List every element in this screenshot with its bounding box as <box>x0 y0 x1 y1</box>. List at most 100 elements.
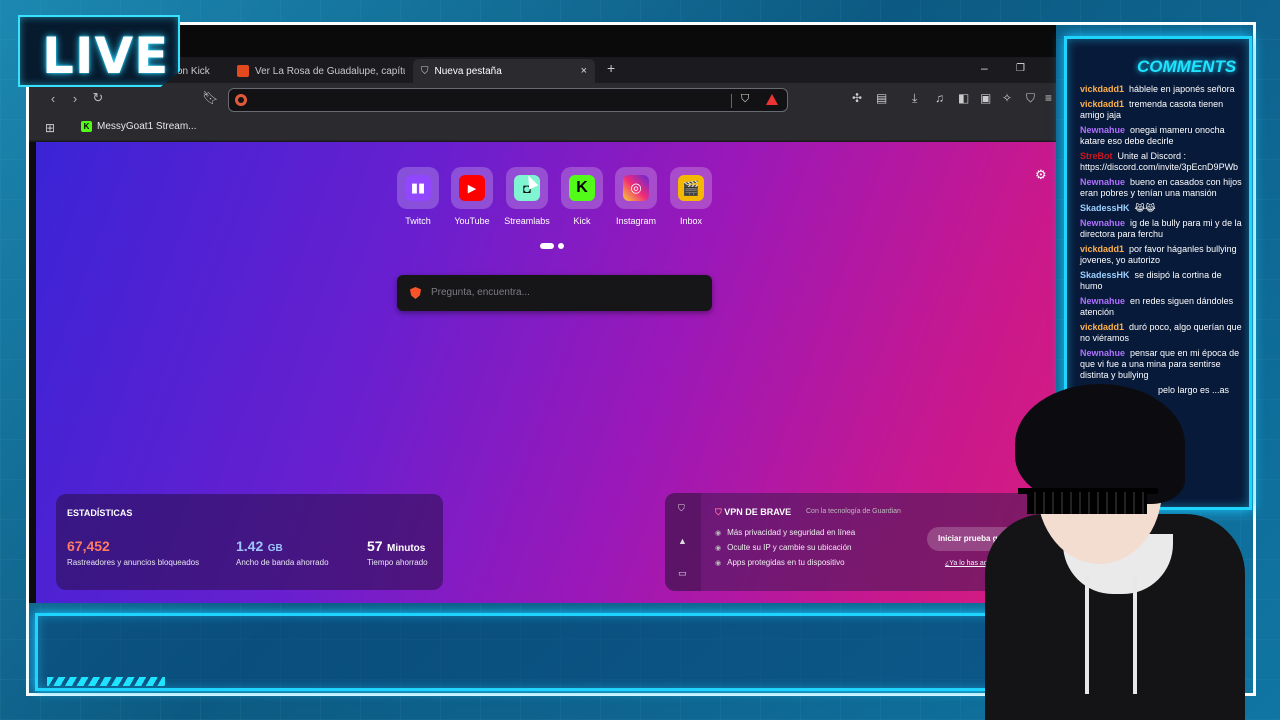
shortcut-inbox[interactable]: 🎬 Inbox <box>661 167 721 226</box>
shortcut-kick[interactable]: K Kick <box>552 167 612 226</box>
tab-strip: on Kick Ver La Rosa de Guadalupe, capítu… <box>29 57 1056 83</box>
stats-widget: ESTADÍSTICAS 67,452 Rastreadores y anunc… <box>56 494 443 590</box>
back-icon[interactable]: ‹ <box>45 91 61 106</box>
chat-username: Newnahue <box>1080 348 1126 358</box>
search-placeholder: Pregunta, encuentra... <box>431 287 530 298</box>
search-box[interactable]: Pregunta, encuentra... <box>397 275 712 311</box>
gear-icon[interactable]: ⚙ <box>1035 167 1047 183</box>
tab-label: Ver La Rosa de Guadalupe, capítulo 3 <box>255 65 405 77</box>
brave-rewards-icon[interactable] <box>766 94 778 105</box>
shortcut-youtube[interactable]: ▶ YouTube <box>442 167 502 226</box>
chat-message: Newnahue bueno en casados con hijos eran … <box>1080 177 1244 199</box>
reader-icon[interactable]: ▤ <box>876 91 887 105</box>
shortcut-pager[interactable] <box>540 243 564 249</box>
pager-dot[interactable] <box>558 243 564 249</box>
shortcut-twitch[interactable]: ▮▮ Twitch <box>388 167 448 226</box>
avatar-hair <box>1015 384 1185 504</box>
shortcut-tile: ▮▮ <box>397 167 439 209</box>
bookmark-messygoat[interactable]: K MessyGoat1 Stream... <box>81 121 196 132</box>
title-bar <box>29 25 1056 57</box>
site-info-icon[interactable] <box>235 94 247 106</box>
address-bar[interactable]: ⛉ <box>228 88 788 112</box>
vpn-shield-icon[interactable]: ⛉ <box>678 503 685 514</box>
shortcut-tile: K <box>561 167 603 209</box>
chat-message: Newnahue pensar que en mi época de que vi… <box>1080 348 1244 381</box>
shortcut-instagram[interactable]: ◎ Instagram <box>606 167 666 226</box>
shortcut-label: Kick <box>573 216 591 226</box>
forward-icon[interactable]: › <box>67 91 83 106</box>
stat-value: 57 <box>367 538 383 554</box>
chat-username: vickdadd1 <box>1080 322 1125 332</box>
bookmark-icon[interactable]: 🔖︎ <box>202 90 219 106</box>
tab-rosa-guadalupe[interactable]: Ver La Rosa de Guadalupe, capítulo 3 <box>229 59 405 83</box>
vpn-feature: Apps protegidas en tu dispositivo <box>715 558 844 567</box>
tab-label: on Kick <box>177 65 210 77</box>
vtuber-avatar <box>985 384 1245 720</box>
shortcut-tile: ▶ <box>451 167 493 209</box>
new-tab-page: ▮▮ Twitch ▶ YouTube ◘ Streamlabs K Kick … <box>36 142 1056 603</box>
new-tab-button[interactable]: + <box>607 60 615 76</box>
pager-dot-active[interactable] <box>540 243 554 249</box>
minimize-button[interactable]: – <box>981 61 988 75</box>
twitch-icon: ▮▮ <box>405 175 431 201</box>
kick-icon: K <box>569 175 595 201</box>
vpn-powered-by: Con la tecnología de Guardian <box>806 508 901 515</box>
tab-label: Nueva pestaña <box>434 65 502 77</box>
chat-username: Newnahue <box>1080 296 1126 306</box>
brave-lion-icon <box>410 287 421 299</box>
vpn-icon[interactable]: ⛉ <box>1026 91 1035 106</box>
instagram-icon: ◎ <box>623 175 649 201</box>
bookmark-label: MessyGoat1 Stream... <box>97 121 197 132</box>
shield-favicon-icon: ⛉ <box>421 65 429 77</box>
chat-message: vickdadd1 por favor háganles bullying jov… <box>1080 244 1244 266</box>
chat-message: StreBot Unite al Discord : https://discor… <box>1080 151 1244 173</box>
chat-message: vickdadd1 háblele en japonés señora <box>1080 84 1244 95</box>
comments-title: COMMENTS <box>1137 57 1237 76</box>
media-icon[interactable]: ♫ <box>935 91 944 105</box>
stat-value: 1.42 <box>236 538 264 554</box>
stat-bandwidth: 1.42 GB Ancho de banda ahorrado <box>236 538 329 567</box>
stat-description: Ancho de banda ahorrado <box>236 558 329 567</box>
leo-ai-icon[interactable]: ✧ <box>1002 91 1012 105</box>
kick-favicon-icon: K <box>81 121 92 132</box>
live-label: LIVE <box>42 27 170 85</box>
vpn-logo-icon: ⛉ <box>715 507 722 517</box>
shortcut-tile: 🎬 <box>670 167 712 209</box>
youtube-icon: ▶ <box>459 175 485 201</box>
extensions-icon[interactable]: ✣ <box>852 91 862 105</box>
shortcut-label: Instagram <box>615 216 657 226</box>
sidebar-icon[interactable]: ◧ <box>958 91 969 105</box>
chat-text: háblele en japonés señora <box>1129 84 1235 94</box>
bookmarks-bar: ⊞ K MessyGoat1 Stream... <box>29 115 1056 141</box>
chat-message: vickdadd1 tremenda casota tienen amigo ja… <box>1080 99 1244 121</box>
stats-title: ESTADÍSTICAS <box>67 508 133 518</box>
reload-icon[interactable]: ↻ <box>90 90 106 106</box>
hoodie-string <box>1133 574 1137 694</box>
live-badge: LIVE <box>18 15 180 87</box>
shortcut-label: YouTube <box>454 216 490 226</box>
stat-description: Rastreadores y anuncios bloqueados <box>67 558 200 567</box>
menu-icon[interactable]: ≡ <box>1045 91 1052 105</box>
chat-username: StreBot <box>1080 151 1113 161</box>
wallet-icon[interactable]: ▣ <box>980 91 991 105</box>
download-icon[interactable]: ⤓ <box>912 91 917 106</box>
apps-grid-icon[interactable]: ⊞ <box>45 121 55 135</box>
stat-description: Tiempo ahorrado <box>367 558 428 567</box>
chat-username: SkadessHK <box>1080 270 1130 280</box>
stat-value: 67,452 <box>67 538 110 554</box>
tab-nueva-pestana[interactable]: ⛉ Nueva pestaña × <box>413 59 595 83</box>
vpn-title: ⛉ VPN DE BRAVE <box>715 507 791 518</box>
chat-message: vickdadd1 duró poco, algo querían que no … <box>1080 322 1244 344</box>
toolbar: ‹ › ↻ 🔖︎ ⛉ ✣ ▤ ⤓ ♫ ◧ ▣ ✧ ⛉ ≡ <box>29 83 1056 115</box>
chat-username: vickdadd1 <box>1080 84 1125 94</box>
stat-time: 57 Minutos Tiempo ahorrado <box>367 538 428 567</box>
card-icon[interactable]: ▭ <box>678 568 687 579</box>
widget-switcher: ⛉ ▲ ▭ <box>665 493 701 591</box>
shortcut-label: Inbox <box>679 216 703 226</box>
shortcut-label: Twitch <box>405 216 431 226</box>
warning-icon[interactable]: ▲ <box>678 536 687 546</box>
brave-shields-icon[interactable]: ⛉ <box>741 93 749 106</box>
tab-close-icon[interactable]: × <box>581 65 587 77</box>
chat-list: vickdadd1 háblele en japonés señora vickd… <box>1080 84 1244 400</box>
restore-button[interactable]: ❐ <box>1016 63 1025 74</box>
